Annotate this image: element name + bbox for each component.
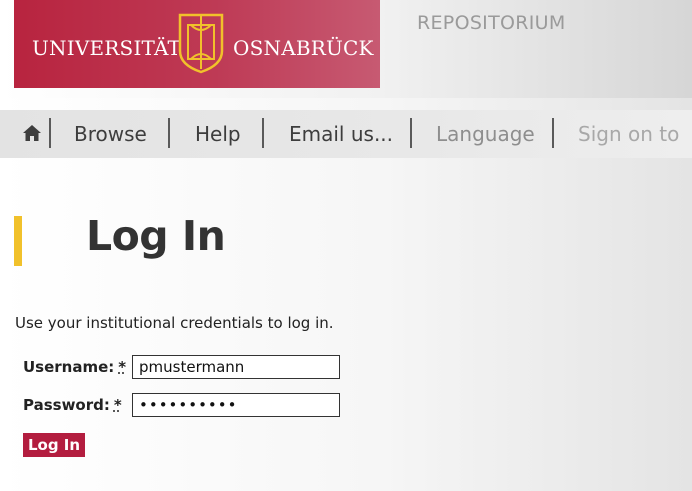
- repository-title: REPOSITORIUM: [417, 12, 566, 34]
- username-label-text: Username:: [23, 358, 115, 376]
- nav-separator: [168, 118, 170, 148]
- crest-icon: [178, 13, 224, 74]
- nav-separator: [552, 118, 554, 148]
- password-field[interactable]: [132, 393, 340, 417]
- home-icon[interactable]: [22, 124, 42, 142]
- title-accent-bar: [14, 216, 22, 266]
- header: UNIVERSITÄT OSNABRÜCK REPOSITORIUM: [0, 0, 692, 98]
- top-nav: Browse Help Email us... Language Sign on…: [0, 110, 692, 158]
- username-label: Username: *: [23, 358, 126, 376]
- logo-text-right: OSNABRÜCK: [233, 36, 374, 60]
- username-field[interactable]: [132, 355, 340, 379]
- nav-email-us[interactable]: Email us...: [289, 122, 393, 146]
- required-marker: *: [118, 358, 127, 376]
- page-title: Log In: [86, 212, 226, 260]
- university-logo[interactable]: UNIVERSITÄT OSNABRÜCK: [14, 0, 380, 88]
- login-instructions: Use your institutional credentials to lo…: [15, 314, 334, 332]
- nav-help[interactable]: Help: [195, 122, 241, 146]
- nav-sign-on[interactable]: Sign on to: [578, 122, 679, 146]
- nav-separator: [49, 118, 51, 148]
- password-label: Password: *: [23, 396, 122, 414]
- nav-separator: [410, 118, 412, 148]
- nav-browse[interactable]: Browse: [74, 122, 147, 146]
- required-marker: *: [113, 396, 122, 414]
- nav-language[interactable]: Language: [436, 122, 535, 146]
- logo-text-left: UNIVERSITÄT: [32, 36, 182, 60]
- login-button[interactable]: Log In: [23, 433, 85, 457]
- nav-separator: [262, 118, 264, 148]
- password-label-text: Password:: [23, 396, 110, 414]
